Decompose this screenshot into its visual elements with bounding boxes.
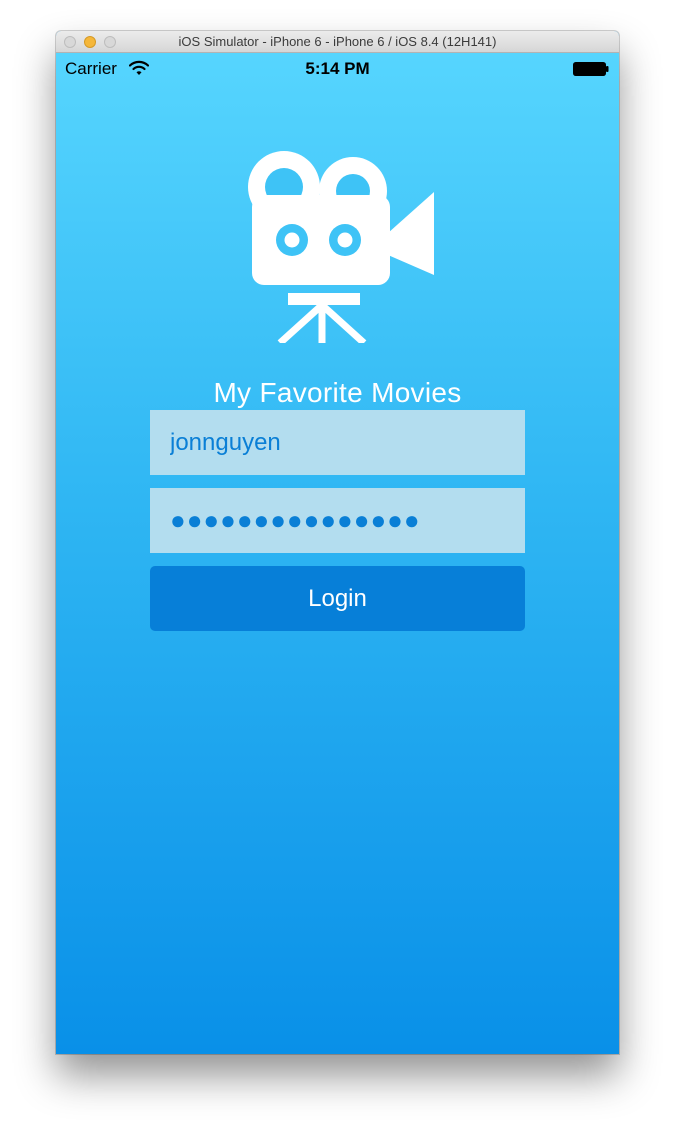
login-button[interactable]: Login <box>150 566 525 631</box>
status-bar: Carrier 5:14 PM <box>56 53 619 87</box>
simulator-window: iOS Simulator - iPhone 6 - iPhone 6 / iO… <box>56 31 619 1054</box>
phone-screen: Carrier 5:14 PM My Favorite Movies jonng… <box>56 53 619 1054</box>
window-titlebar[interactable]: iOS Simulator - iPhone 6 - iPhone 6 / iO… <box>56 31 619 53</box>
battery-icon <box>573 62 609 76</box>
password-field[interactable] <box>150 488 525 553</box>
username-field[interactable] <box>150 410 525 475</box>
window-title: iOS Simulator - iPhone 6 - iPhone 6 / iO… <box>178 34 497 49</box>
status-time: 5:14 PM <box>305 59 370 78</box>
movie-camera-icon <box>248 151 434 343</box>
app-title: My Favorite Movies <box>213 377 462 408</box>
